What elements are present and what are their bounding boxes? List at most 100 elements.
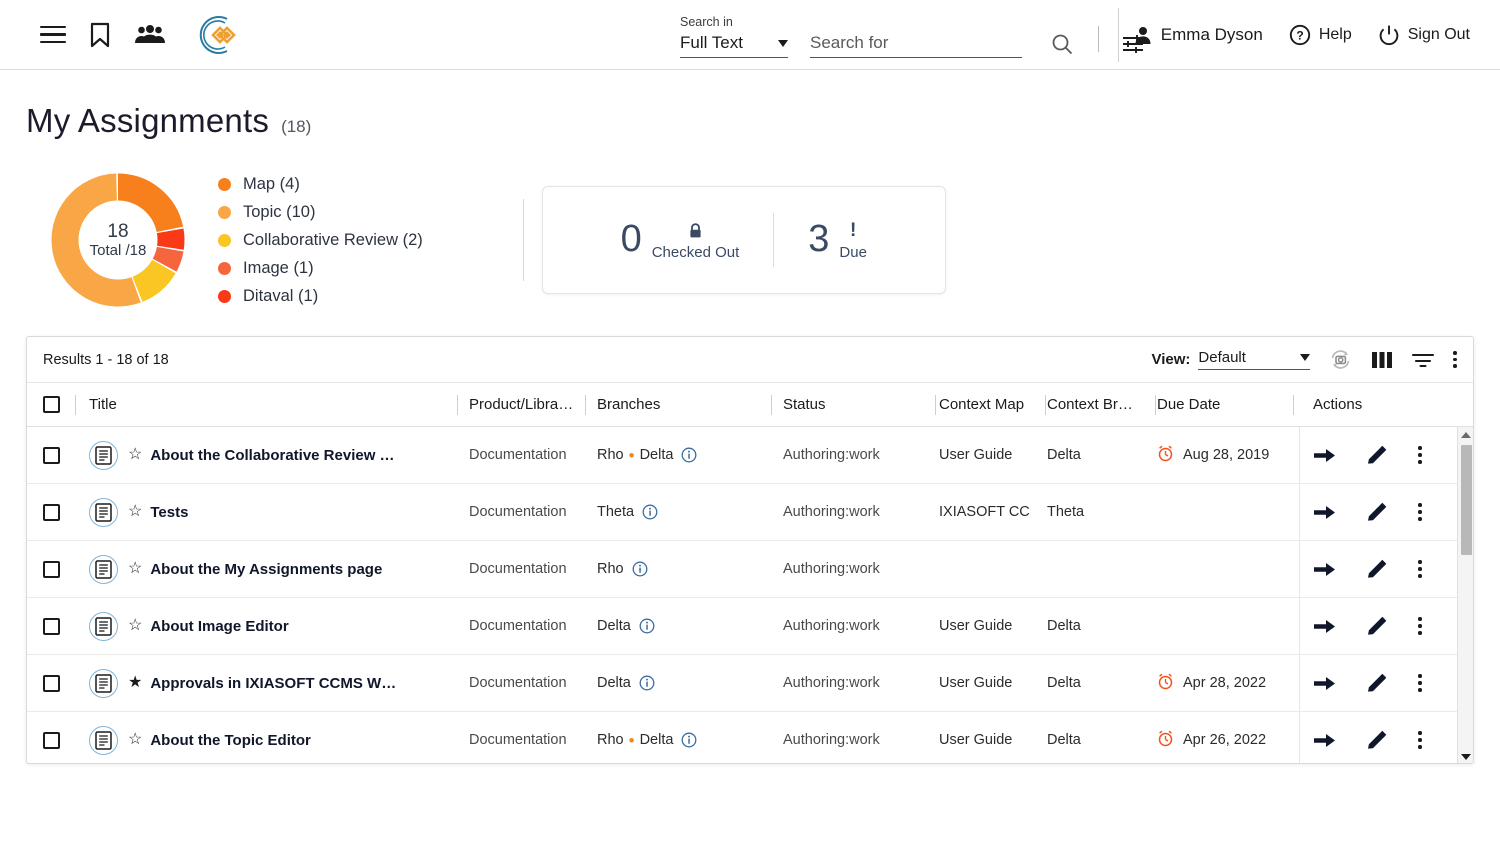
checked-out-stat[interactable]: 0 Checked Out bbox=[587, 220, 774, 261]
row-checkbox[interactable] bbox=[42, 560, 60, 578]
favorite-star-icon[interactable]: ★ bbox=[128, 675, 142, 691]
row-more-menu-icon[interactable] bbox=[1418, 446, 1422, 464]
refresh-snapshot-icon[interactable] bbox=[1328, 347, 1353, 372]
row-more-menu-icon[interactable] bbox=[1418, 617, 1422, 635]
edit-action-icon[interactable] bbox=[1366, 672, 1388, 694]
select-all-checkbox[interactable] bbox=[42, 396, 60, 413]
info-icon[interactable] bbox=[681, 447, 697, 463]
legend-color-dot bbox=[218, 205, 231, 219]
row-checkbox[interactable] bbox=[42, 446, 60, 464]
info-icon[interactable] bbox=[642, 504, 658, 520]
table-scrollbar[interactable] bbox=[1457, 427, 1473, 763]
column-header-due-date[interactable]: Due Date bbox=[1155, 383, 1293, 427]
edit-action-icon[interactable] bbox=[1366, 558, 1388, 580]
open-action-icon[interactable] bbox=[1313, 560, 1336, 579]
sign-out-button[interactable]: Sign Out bbox=[1378, 24, 1470, 46]
document-icon[interactable] bbox=[89, 725, 118, 755]
favorite-star-icon[interactable]: ☆ bbox=[128, 504, 142, 520]
edit-action-icon[interactable] bbox=[1366, 729, 1388, 751]
row-checkbox-cell bbox=[27, 712, 75, 764]
document-icon[interactable] bbox=[89, 611, 118, 641]
info-icon[interactable] bbox=[681, 732, 697, 748]
edit-action-icon[interactable] bbox=[1366, 444, 1388, 466]
filter-icon[interactable] bbox=[1411, 351, 1435, 369]
row-context-map: IXIASOFT CC bbox=[939, 504, 1030, 520]
favorite-star-icon[interactable]: ☆ bbox=[128, 732, 142, 748]
column-header-context-map[interactable]: Context Map bbox=[935, 383, 1045, 427]
favorite-star-icon[interactable]: ☆ bbox=[128, 561, 142, 577]
column-header-product[interactable]: Product/Libra… bbox=[457, 383, 585, 427]
row-actions bbox=[1293, 598, 1463, 655]
column-header-branches[interactable]: Branches bbox=[585, 383, 771, 427]
table-row[interactable]: ★ Approvals in IXIASOFT CCMS W… Documentat… bbox=[27, 655, 1473, 712]
svg-text:?: ? bbox=[1296, 29, 1303, 43]
open-action-icon[interactable] bbox=[1313, 446, 1336, 465]
table-more-menu-icon[interactable] bbox=[1453, 350, 1457, 369]
row-title[interactable]: About Image Editor bbox=[150, 618, 288, 635]
bookmark-icon[interactable] bbox=[88, 22, 112, 48]
table-row[interactable]: ☆ Tests Documentation Theta Authoring:work IX… bbox=[27, 484, 1473, 541]
legend-item-topic[interactable]: Topic (10) bbox=[218, 203, 423, 222]
info-icon[interactable] bbox=[639, 618, 655, 634]
view-dropdown[interactable]: Default bbox=[1198, 349, 1311, 370]
favorite-star-icon[interactable]: ☆ bbox=[128, 447, 142, 463]
open-action-icon[interactable] bbox=[1313, 503, 1336, 522]
row-checkbox[interactable] bbox=[42, 617, 60, 635]
table-row[interactable]: ☆ About the Topic Editor Documentation Rho •… bbox=[27, 712, 1473, 764]
table-row[interactable]: ☆ About the My Assignments page Documentat… bbox=[27, 541, 1473, 598]
legend-item-image[interactable]: Image (1) bbox=[218, 259, 423, 278]
column-header-context-branch[interactable]: Context Br… bbox=[1045, 383, 1155, 427]
row-checkbox[interactable] bbox=[42, 731, 60, 749]
chart-legend: Map (4) Topic (10) Collaborative Review (2… bbox=[218, 175, 423, 306]
legend-item-collaborative-review[interactable]: Collaborative Review (2) bbox=[218, 231, 423, 250]
row-title[interactable]: About the My Assignments page bbox=[150, 561, 382, 578]
info-icon[interactable] bbox=[639, 675, 655, 691]
columns-icon[interactable] bbox=[1371, 351, 1393, 369]
scroll-up-button[interactable] bbox=[1458, 427, 1473, 443]
info-icon[interactable] bbox=[632, 561, 648, 577]
row-more-menu-icon[interactable] bbox=[1418, 503, 1422, 521]
row-checkbox[interactable] bbox=[42, 674, 60, 692]
row-title[interactable]: Tests bbox=[150, 504, 188, 521]
table-row[interactable]: ☆ About the Collaborative Review … Documen… bbox=[27, 427, 1473, 484]
row-more-menu-icon[interactable] bbox=[1418, 731, 1422, 749]
column-header-title[interactable]: Title bbox=[75, 383, 457, 427]
row-title[interactable]: Approvals in IXIASOFT CCMS W… bbox=[150, 675, 396, 692]
help-button[interactable]: ? Help bbox=[1289, 24, 1352, 46]
open-action-icon[interactable] bbox=[1313, 731, 1336, 750]
row-title[interactable]: About the Topic Editor bbox=[150, 732, 311, 749]
legend-color-dot bbox=[218, 233, 231, 247]
row-title[interactable]: About the Collaborative Review … bbox=[150, 447, 394, 464]
people-group-icon[interactable] bbox=[134, 23, 166, 47]
document-icon[interactable] bbox=[89, 668, 118, 698]
row-more-menu-icon[interactable] bbox=[1418, 674, 1422, 692]
row-status: Authoring:work bbox=[783, 732, 880, 748]
due-stat[interactable]: 3 ! Due bbox=[774, 220, 901, 261]
legend-item-ditaval[interactable]: Ditaval (1) bbox=[218, 287, 423, 306]
legend-label: Collaborative Review (2) bbox=[243, 230, 423, 249]
user-menu[interactable]: Emma Dyson bbox=[1133, 25, 1263, 45]
row-more-menu-icon[interactable] bbox=[1418, 560, 1422, 578]
row-context-branch: Delta bbox=[1047, 447, 1081, 463]
open-action-icon[interactable] bbox=[1313, 617, 1336, 636]
scroll-down-button[interactable] bbox=[1458, 749, 1473, 763]
favorite-star-icon[interactable]: ☆ bbox=[128, 618, 142, 634]
row-checkbox[interactable] bbox=[42, 503, 60, 521]
scrollbar-thumb[interactable] bbox=[1461, 445, 1472, 555]
document-icon[interactable] bbox=[89, 440, 118, 470]
search-input[interactable] bbox=[810, 33, 1022, 53]
document-icon[interactable] bbox=[89, 554, 118, 584]
ixiasoft-logo-icon[interactable] bbox=[194, 12, 240, 58]
table-row[interactable]: ☆ About Image Editor Documentation Delta Aut… bbox=[27, 598, 1473, 655]
edit-action-icon[interactable] bbox=[1366, 615, 1388, 637]
row-context-map: User Guide bbox=[939, 618, 1013, 634]
search-icon[interactable] bbox=[1050, 32, 1074, 56]
column-header-status[interactable]: Status bbox=[771, 383, 935, 427]
edit-action-icon[interactable] bbox=[1366, 501, 1388, 523]
hamburger-menu-icon[interactable] bbox=[40, 25, 66, 44]
checked-out-label: Checked Out bbox=[651, 243, 740, 261]
open-action-icon[interactable] bbox=[1313, 674, 1336, 693]
legend-item-map[interactable]: Map (4) bbox=[218, 175, 423, 194]
search-in-dropdown[interactable]: Full Text bbox=[680, 33, 788, 58]
document-icon[interactable] bbox=[89, 497, 118, 527]
